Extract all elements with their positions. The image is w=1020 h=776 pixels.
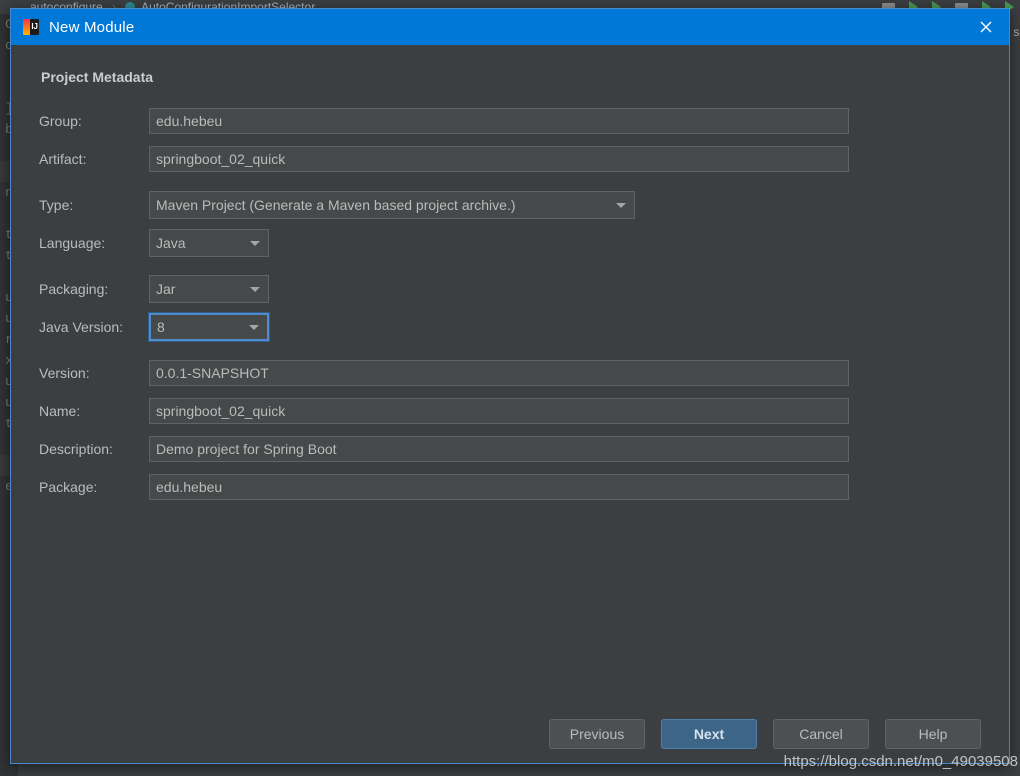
packaging-dropdown[interactable]: Jar	[149, 275, 269, 303]
group-label: Group:	[39, 113, 82, 129]
dialog-body: Project Metadata Group: edu.hebeu Artifa…	[11, 45, 1009, 705]
artifact-label: Artifact:	[39, 151, 87, 167]
version-label: Version:	[39, 365, 90, 381]
artifact-input[interactable]: springboot_02_quick	[149, 146, 849, 172]
packaging-label: Packaging:	[39, 281, 109, 297]
description-input[interactable]: Demo project for Spring Boot	[149, 436, 849, 462]
intellij-idea-icon	[23, 19, 39, 35]
close-button[interactable]	[963, 9, 1009, 45]
form-row-version: Version: 0.0.1-SNAPSHOT	[39, 359, 981, 387]
name-input[interactable]: springboot_02_quick	[149, 398, 849, 424]
java-version-value: 8	[157, 319, 165, 335]
java-version-dropdown[interactable]: 8	[148, 312, 270, 342]
dialog-title-bar[interactable]: New Module	[11, 9, 1009, 45]
form-row-java-version: Java Version: 8	[39, 312, 981, 342]
type-dropdown[interactable]: Maven Project (Generate a Maven based pr…	[149, 191, 635, 219]
next-button[interactable]: Next	[661, 719, 757, 749]
package-label: Package:	[39, 479, 98, 495]
description-label: Description:	[39, 441, 113, 457]
form-row-artifact: Artifact: springboot_02_quick	[39, 145, 981, 173]
version-input[interactable]: 0.0.1-SNAPSHOT	[149, 360, 849, 386]
java-version-label: Java Version:	[39, 319, 124, 335]
form-row-name: Name: springboot_02_quick	[39, 397, 981, 425]
language-label: Language:	[39, 235, 106, 251]
editor-right-fragment: s	[1012, 26, 1020, 40]
language-dropdown[interactable]: Java	[149, 229, 269, 257]
type-value: Maven Project (Generate a Maven based pr…	[156, 197, 516, 213]
name-label: Name:	[39, 403, 81, 419]
close-icon	[980, 21, 992, 33]
packaging-value: Jar	[156, 281, 176, 297]
form-row-type: Type: Maven Project (Generate a Maven ba…	[39, 191, 981, 219]
section-title: Project Metadata	[41, 69, 154, 85]
chevron-down-icon	[616, 203, 626, 208]
form-row-group: Group: edu.hebeu	[39, 107, 981, 135]
help-button[interactable]: Help	[885, 719, 981, 749]
cancel-button[interactable]: Cancel	[773, 719, 869, 749]
chevron-down-icon	[250, 241, 260, 246]
type-label: Type:	[39, 197, 74, 213]
new-module-dialog: New Module Project Metadata Group: edu.h…	[10, 8, 1010, 764]
form-row-language: Language: Java	[39, 229, 981, 257]
form-row-package: Package: edu.hebeu	[39, 473, 981, 501]
language-value: Java	[156, 235, 186, 251]
previous-button[interactable]: Previous	[549, 719, 645, 749]
chevron-down-icon	[249, 325, 259, 330]
dialog-button-bar: Previous Next Cancel Help	[11, 705, 1009, 763]
dialog-title: New Module	[49, 18, 135, 36]
group-input[interactable]: edu.hebeu	[149, 108, 849, 134]
package-input[interactable]: edu.hebeu	[149, 474, 849, 500]
form-row-description: Description: Demo project for Spring Boo…	[39, 435, 981, 463]
form-row-packaging: Packaging: Jar	[39, 275, 981, 303]
chevron-down-icon	[250, 287, 260, 292]
